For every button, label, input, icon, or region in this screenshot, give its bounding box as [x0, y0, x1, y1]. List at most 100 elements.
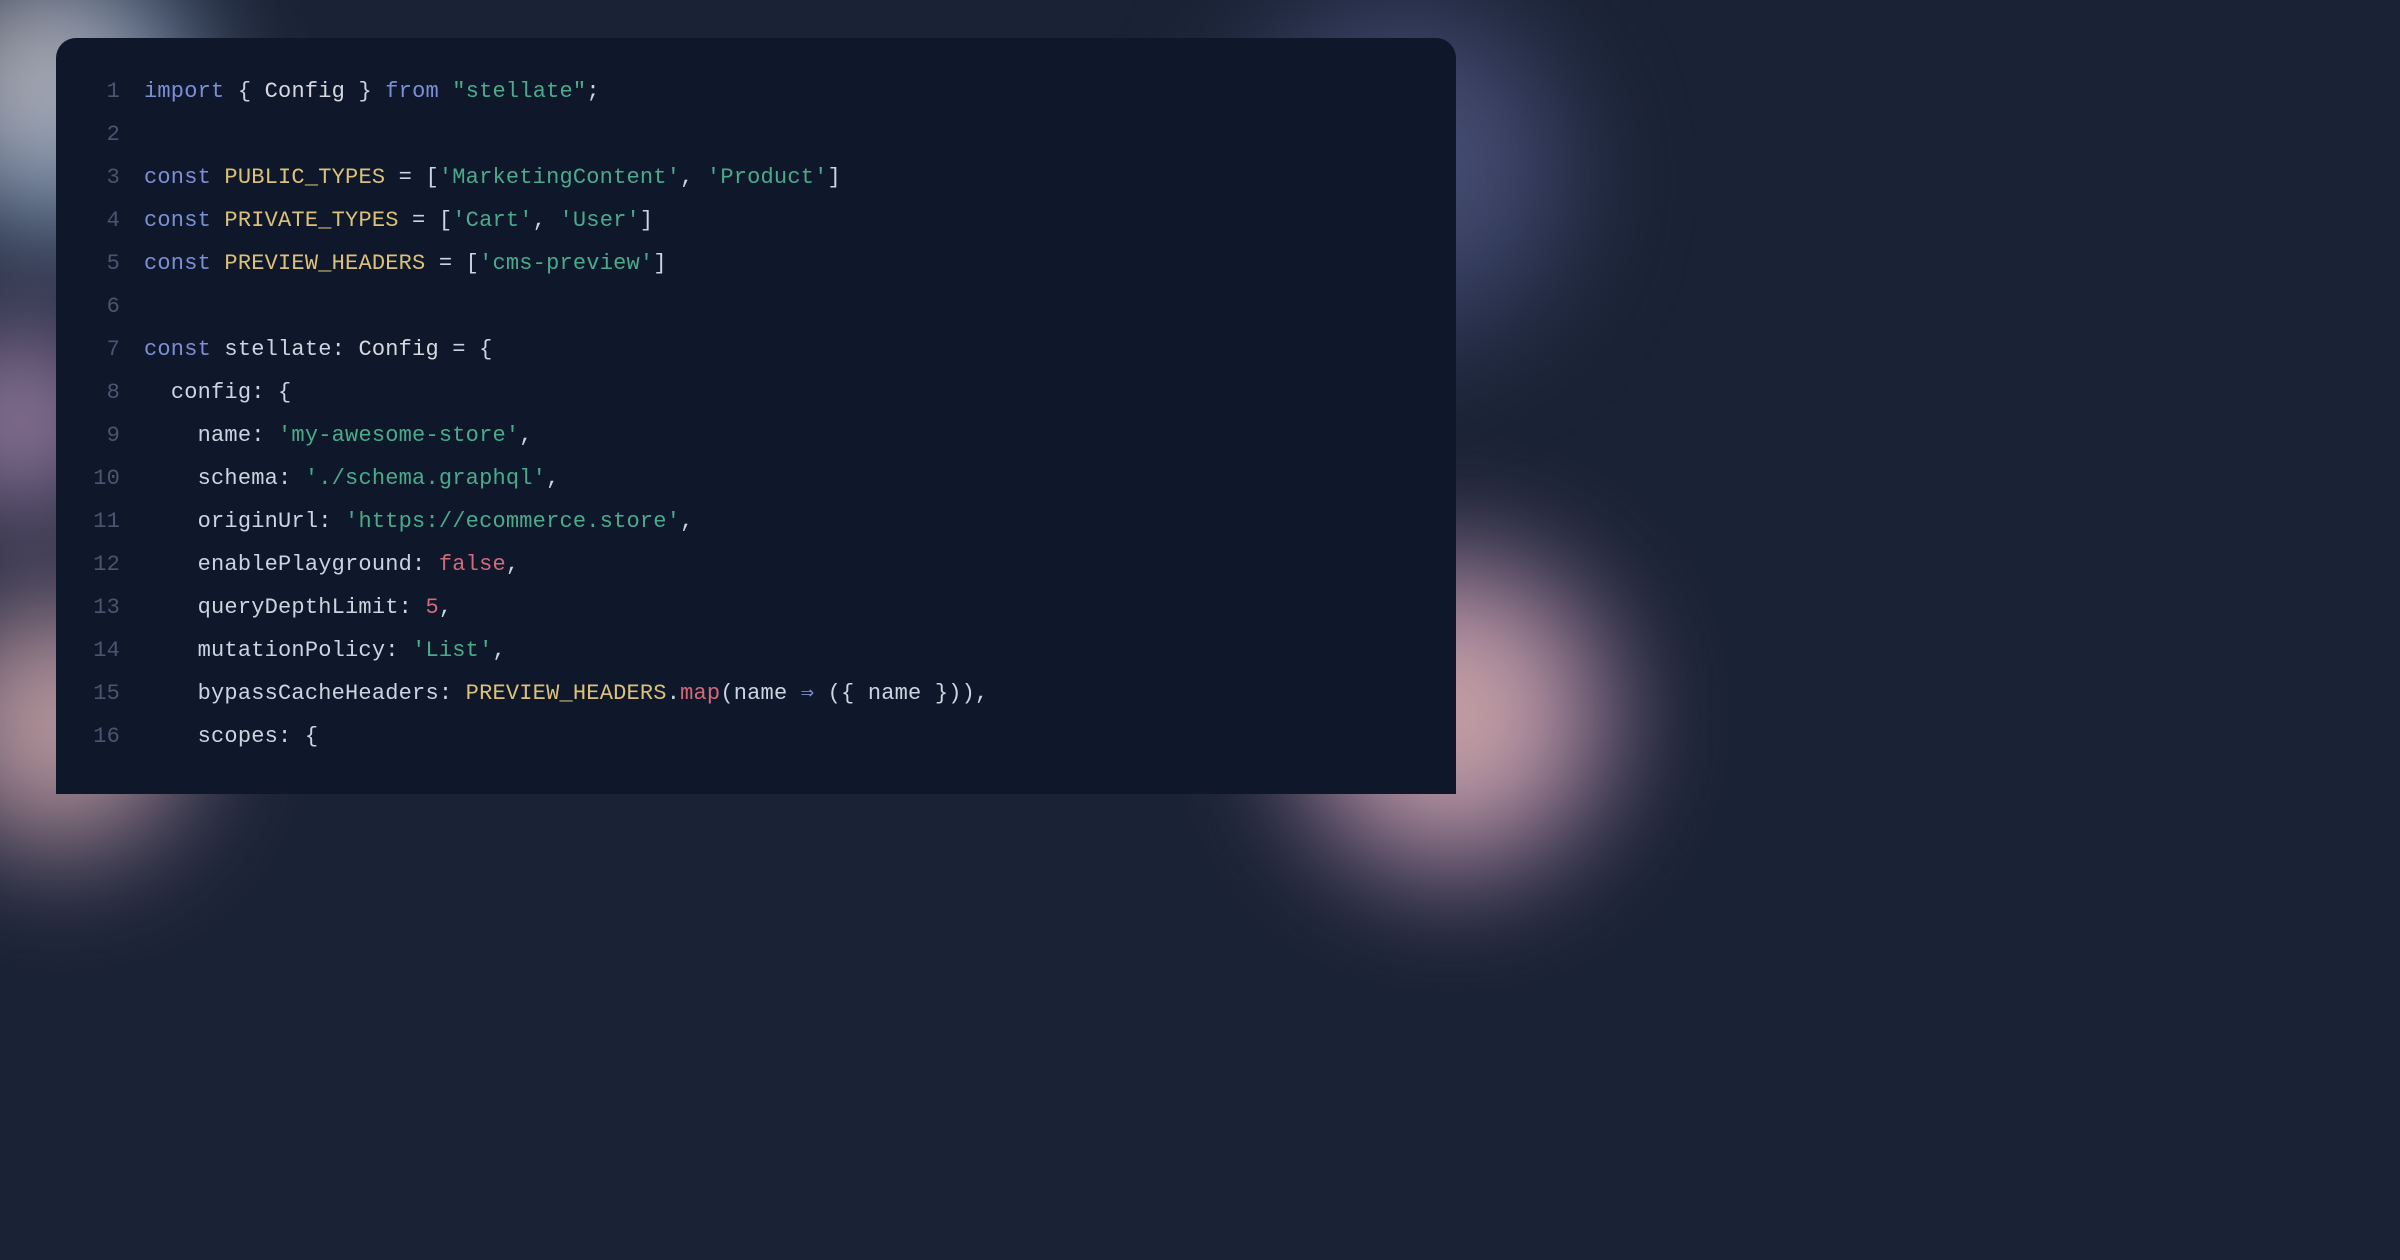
token-punc: ,	[533, 208, 560, 233]
token-ident: name	[734, 681, 788, 706]
token-punc	[144, 681, 198, 706]
token-punc: ,	[519, 423, 532, 448]
token-ident: name	[868, 681, 922, 706]
token-method: map	[680, 681, 720, 706]
line-number: 5	[56, 242, 120, 285]
token-punc	[144, 724, 198, 749]
token-punc	[144, 509, 198, 534]
token-punc: ;	[586, 79, 599, 104]
token-punc	[787, 681, 800, 706]
token-type: Config	[265, 79, 345, 104]
token-punc: = {	[439, 337, 493, 362]
token-prop: originUrl	[198, 509, 319, 534]
line-number: 16	[56, 715, 120, 758]
token-str: 'MarketingContent'	[439, 165, 680, 190]
token-punc: ,	[680, 509, 693, 534]
line-number: 13	[56, 586, 120, 629]
token-constnm: PREVIEW_HEADERS	[224, 251, 425, 276]
token-num: 5	[425, 595, 438, 620]
token-str: 'https://ecommerce.store'	[345, 509, 680, 534]
line-number: 6	[56, 285, 120, 328]
token-str: './schema.graphql'	[305, 466, 546, 491]
token-punc: }	[345, 79, 385, 104]
token-punc: {	[224, 79, 264, 104]
token-punc: ,	[680, 165, 707, 190]
token-kw: const	[144, 337, 211, 362]
token-prop: mutationPolicy	[198, 638, 386, 663]
token-punc	[439, 79, 452, 104]
token-punc: : {	[278, 724, 318, 749]
line-number: 11	[56, 500, 120, 543]
token-punc: :	[278, 466, 305, 491]
token-prop: name	[198, 423, 252, 448]
token-constnm: PUBLIC_TYPES	[224, 165, 385, 190]
token-punc: :	[251, 423, 278, 448]
line-number-gutter: 12345678910111213141516	[56, 70, 144, 758]
token-str: "stellate"	[452, 79, 586, 104]
code-line: import { Config } from "stellate";	[144, 70, 1456, 113]
token-str: 'Cart'	[452, 208, 532, 233]
line-number: 12	[56, 543, 120, 586]
code-line: const PUBLIC_TYPES = ['MarketingContent'…	[144, 156, 1456, 199]
code-line: name: 'my-awesome-store',	[144, 414, 1456, 457]
token-punc: ]	[640, 208, 653, 233]
token-dot: .	[667, 681, 680, 706]
token-punc: :	[399, 595, 426, 620]
token-punc	[144, 638, 198, 663]
token-str: 'Product'	[707, 165, 828, 190]
token-punc	[144, 423, 198, 448]
line-number: 14	[56, 629, 120, 672]
code-line: enablePlayground: false,	[144, 543, 1456, 586]
token-prop: config	[171, 380, 251, 405]
token-str: 'List'	[412, 638, 492, 663]
line-number: 3	[56, 156, 120, 199]
code-line: queryDepthLimit: 5,	[144, 586, 1456, 629]
token-punc	[211, 208, 224, 233]
token-punc: :	[385, 638, 412, 663]
token-punc: ]	[828, 165, 841, 190]
code-line: originUrl: 'https://ecommerce.store',	[144, 500, 1456, 543]
token-punc: :	[412, 552, 439, 577]
token-punc: :	[439, 681, 466, 706]
token-punc: ,	[492, 638, 505, 663]
token-punc: = [	[385, 165, 439, 190]
token-kw: const	[144, 165, 211, 190]
line-number: 7	[56, 328, 120, 371]
token-prop: scopes	[198, 724, 278, 749]
token-punc: ,	[506, 552, 519, 577]
token-punc	[144, 466, 198, 491]
line-number: 8	[56, 371, 120, 414]
code-line	[144, 113, 1456, 156]
code-line: schema: './schema.graphql',	[144, 457, 1456, 500]
token-bool: false	[439, 552, 506, 577]
token-punc: ,	[439, 595, 452, 620]
token-punc: :	[318, 509, 345, 534]
token-kw: import	[144, 79, 224, 104]
line-number: 10	[56, 457, 120, 500]
token-punc: ({	[814, 681, 868, 706]
token-prop: queryDepthLimit	[198, 595, 399, 620]
token-punc	[144, 380, 171, 405]
token-ident: stellate	[224, 337, 331, 362]
token-punc	[211, 251, 224, 276]
line-number: 1	[56, 70, 120, 113]
token-punc: :	[332, 337, 359, 362]
token-arrow: ⇒	[801, 681, 814, 706]
token-punc: = [	[425, 251, 479, 276]
code-area: 12345678910111213141516 import { Config …	[56, 70, 1456, 758]
token-punc: = [	[399, 208, 453, 233]
token-str: 'my-awesome-store'	[278, 423, 519, 448]
token-punc: ]	[653, 251, 666, 276]
token-punc	[211, 337, 224, 362]
token-punc	[144, 595, 198, 620]
code-line: const stellate: Config = {	[144, 328, 1456, 371]
line-number: 2	[56, 113, 120, 156]
token-punc: ,	[546, 466, 559, 491]
token-punc: : {	[251, 380, 291, 405]
token-punc: (	[720, 681, 733, 706]
line-number: 4	[56, 199, 120, 242]
code-editor[interactable]: 12345678910111213141516 import { Config …	[56, 38, 1456, 794]
code-content[interactable]: import { Config } from "stellate"; const …	[144, 70, 1456, 758]
code-line: scopes: {	[144, 715, 1456, 758]
token-kw: const	[144, 208, 211, 233]
